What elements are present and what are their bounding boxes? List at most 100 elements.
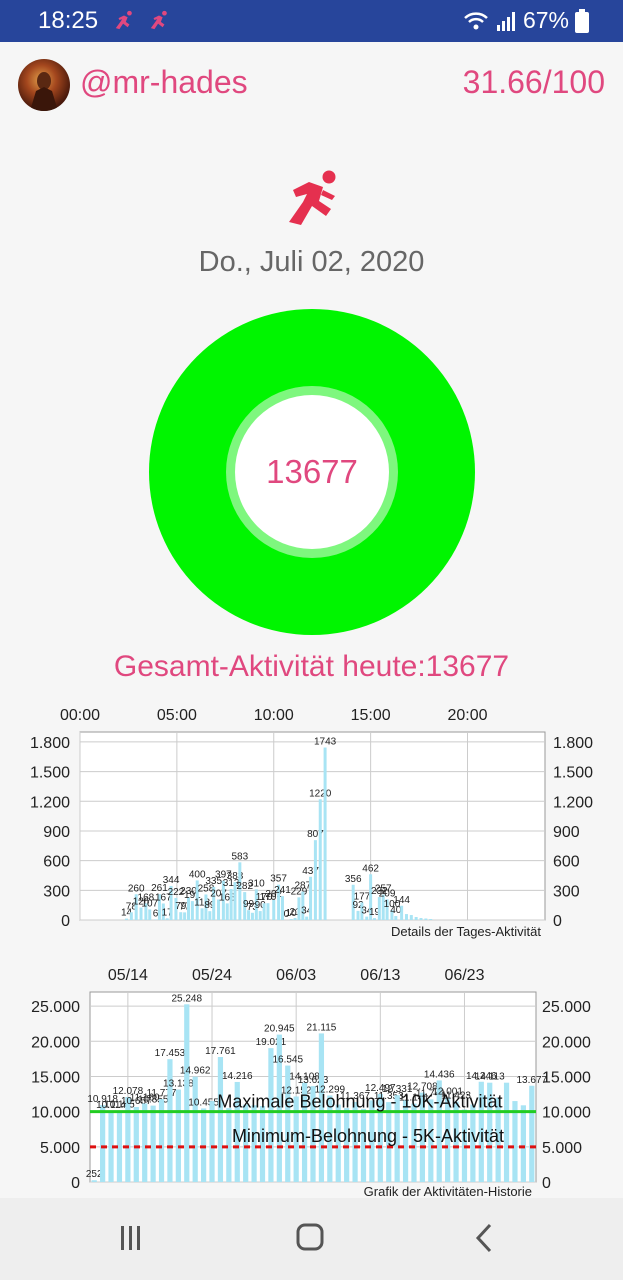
ring-inner: 13677 [226,386,398,558]
bar-value-label: 21.115 [306,1022,336,1033]
bar [414,917,418,920]
bar-value-label: 287 [294,881,311,892]
bar-value-label: 400 [189,869,206,880]
bar-value-label: 344 [163,875,180,886]
recent-apps-button[interactable] [110,1220,150,1256]
bar [268,1048,274,1182]
bar-value-label: 13.138 [163,1079,194,1090]
y-tick-label-right: 1.200 [553,794,593,811]
bar [404,914,408,920]
home-button[interactable] [290,1220,330,1256]
battery-icon [575,8,589,33]
bar [297,897,301,920]
bar [356,910,360,920]
bar [289,919,293,920]
bar [503,1082,510,1182]
bar [429,919,433,920]
bar [192,1076,198,1182]
activity-ring: 13677 [149,309,475,635]
runner-notification-icon [115,10,132,30]
bar [258,911,262,920]
bar [142,1103,148,1182]
bar-value-label: 357 [270,874,287,885]
runner-notification-icon [150,10,167,30]
bar [208,911,212,920]
username[interactable]: @mr-hades [80,64,248,101]
daily-activity-chart: 0 0 300 300 600 600 900 900 1.200 1.200 1.500 1.500… [30,707,593,939]
y-tick-label-right: 600 [553,854,580,871]
y-tick-label-right: 20.000 [542,1034,591,1051]
bar [209,1101,215,1182]
y-tick-label: 5.000 [40,1140,80,1157]
status-bar: 18:25 67% [0,0,623,42]
total-activity-label: Gesamt-Aktivität heute:13677 [113,650,510,683]
y-tick-label: 20.000 [31,1034,80,1051]
bar [419,918,423,920]
bar [400,905,404,920]
bar-value-label: 462 [362,863,379,874]
bar [394,916,398,920]
bar [91,1180,97,1182]
bar-value-label: 310 [248,878,265,889]
y-tick-label: 300 [43,883,70,900]
bar [229,889,233,920]
bar [175,1089,181,1182]
y-tick-label: 1.200 [30,794,70,811]
bar [262,903,266,920]
bar [323,747,327,920]
bar-value-label: 19.021 [256,1037,287,1048]
bar [285,1065,291,1182]
y-tick-label: 25.000 [31,999,80,1016]
bar [125,1097,131,1182]
signal-icon [496,11,515,31]
ring-value: 13677 [235,395,389,549]
bar [165,918,169,920]
bar-value-label: 14.216 [222,1071,253,1082]
y-tick-label-right: 1.800 [553,735,593,752]
bar [309,876,313,920]
avatar-figure [30,72,58,111]
back-button[interactable] [464,1220,504,1256]
avatar[interactable] [18,59,70,111]
bar-value-label: 20.945 [264,1024,295,1035]
x-tick-label: 20:00 [447,707,487,724]
y-tick-label-right: 25.000 [542,999,591,1016]
x-tick-label: 00:00 [60,707,100,724]
min-reward-label: Minimum-Belohnung - 5K-Aktivität [232,1126,504,1146]
bar-value-label: 144 [393,895,410,906]
chart-caption: Grafik der Aktivitäten-Historie [364,1184,532,1199]
bar [377,897,381,920]
y-tick-label: 0 [71,1175,80,1192]
x-tick-label: 05:00 [157,707,197,724]
wifi-icon [464,11,488,29]
bar-value-label: 168 [219,892,236,903]
bar-value-label: 177 [354,891,371,902]
bar [293,917,297,920]
x-tick-label: 06/03 [276,967,316,984]
bar [373,918,376,920]
bar [305,916,309,920]
date-label: Do., Juli 02, 2020 [198,246,425,278]
bar [200,908,204,920]
x-tick-label: 06/23 [444,967,484,984]
y-tick-label: 600 [43,854,70,871]
bar-value-label: 10.455 [188,1097,219,1108]
navigation-bar [0,1198,623,1280]
bar-value-label: 16.545 [272,1055,303,1066]
bar [148,909,152,920]
bar-value-label: 241 [274,885,291,896]
bar-value-label: 25.248 [171,993,202,1004]
y-tick-label: 15.000 [31,1069,80,1086]
bar [100,1105,106,1182]
y-tick-label-right: 900 [553,824,580,841]
y-tick-label-right: 0 [542,1175,551,1192]
bar [266,903,270,920]
bar [272,900,276,920]
status-time: 18:25 [38,7,99,34]
bar [409,915,413,920]
x-tick-label: 05/24 [192,967,232,984]
y-tick-label: 0 [61,913,70,930]
y-tick-label-right: 15.000 [542,1069,591,1086]
y-tick-label: 1.800 [30,735,70,752]
bar-value-label: 17.453 [155,1048,186,1059]
